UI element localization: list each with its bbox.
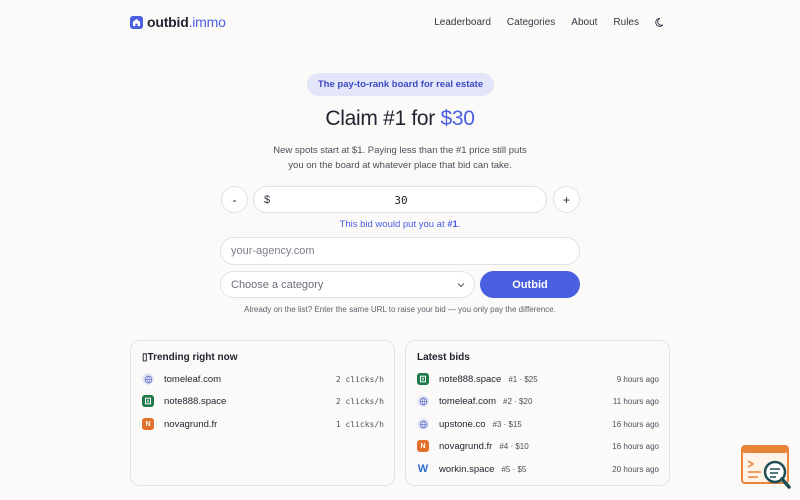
url-input[interactable] bbox=[220, 237, 580, 265]
trending-rate: 1 clicks/h bbox=[335, 419, 384, 429]
decrease-bid-button[interactable]: - bbox=[221, 186, 248, 213]
trending-domain[interactable]: note888.space bbox=[164, 396, 226, 407]
logo-text: outbid.immo bbox=[147, 14, 226, 30]
list-item[interactable]: W workin.space #5 · $5 20 hours ago bbox=[417, 462, 659, 476]
chevron-down-icon bbox=[457, 283, 465, 288]
bid-domain[interactable]: note888.space bbox=[439, 374, 501, 385]
tagline-pill: The pay-to-rank board for real estate bbox=[307, 73, 494, 96]
bid-time: 11 hours ago bbox=[612, 396, 659, 406]
nav-links: Leaderboard Categories About Rules bbox=[434, 17, 666, 28]
globe-icon bbox=[142, 373, 154, 385]
increase-bid-button[interactable]: + bbox=[553, 186, 580, 213]
bid-rank-price: #4 · $10 bbox=[499, 441, 529, 451]
outbid-button[interactable]: Outbid bbox=[480, 271, 580, 298]
orange-favicon-icon: N bbox=[142, 418, 154, 430]
headline-price: $30 bbox=[440, 107, 475, 130]
list-item[interactable]: N novagrund.fr #4 · $10 16 hours ago bbox=[417, 439, 659, 453]
list-item[interactable]: note888.space 2 clicks/h bbox=[142, 394, 384, 408]
list-item[interactable]: upstone.co #3 · $15 16 hours ago bbox=[417, 417, 659, 431]
bid-rank-price: #3 · $15 bbox=[492, 419, 522, 429]
w-favicon-icon: W bbox=[417, 463, 429, 475]
bid-time: 16 hours ago bbox=[612, 441, 659, 451]
list-item[interactable]: tomeleaf.com 2 clicks/h bbox=[142, 372, 384, 386]
trending-title: ▯Trending right now bbox=[142, 352, 238, 363]
green-favicon-icon bbox=[417, 373, 429, 385]
latest-bids-panel: Latest bids note888.space #1 · $25 9 hou… bbox=[405, 340, 670, 486]
floating-help-widget-icon[interactable] bbox=[741, 445, 791, 490]
headline: Claim #1 for $30 bbox=[325, 107, 475, 130]
bid-domain[interactable]: workin.space bbox=[439, 464, 494, 475]
bid-domain[interactable]: upstone.co bbox=[439, 419, 485, 430]
bid-rank-price: #2 · $20 bbox=[503, 396, 533, 406]
bid-domain[interactable]: novagrund.fr bbox=[439, 441, 492, 452]
raise-bid-note: Already on the list? Enter the same URL … bbox=[244, 305, 556, 314]
list-item[interactable]: N novagrund.fr 1 clicks/h bbox=[142, 417, 384, 431]
orange-favicon-icon: N bbox=[417, 440, 429, 452]
logo[interactable]: outbid.immo bbox=[130, 14, 226, 30]
green-favicon-icon bbox=[142, 395, 154, 407]
trending-panel: ▯Trending right now tomeleaf.com 2 click… bbox=[130, 340, 395, 486]
trending-domain[interactable]: tomeleaf.com bbox=[164, 374, 221, 385]
bid-amount-field[interactable]: $ 30 bbox=[253, 186, 547, 213]
category-select-label: Choose a category bbox=[231, 279, 324, 291]
bid-time: 9 hours ago bbox=[616, 374, 659, 384]
nav-leaderboard[interactable]: Leaderboard bbox=[434, 17, 491, 28]
bid-amount-value: 30 bbox=[394, 194, 408, 207]
list-item[interactable]: tomeleaf.com #2 · $20 11 hours ago bbox=[417, 394, 659, 408]
bid-time: 16 hours ago bbox=[612, 419, 659, 429]
bid-rank-price: #5 · $5 bbox=[501, 464, 527, 474]
globe-icon bbox=[417, 395, 429, 407]
trending-domain[interactable]: novagrund.fr bbox=[164, 419, 217, 430]
category-select[interactable]: Choose a category bbox=[220, 271, 475, 298]
nav-rules[interactable]: Rules bbox=[613, 17, 639, 28]
list-item[interactable]: note888.space #1 · $25 9 hours ago bbox=[417, 372, 659, 386]
top-nav: outbid.immo Leaderboard Categories About… bbox=[0, 0, 800, 46]
nav-categories[interactable]: Categories bbox=[507, 17, 555, 28]
bid-rank-price: #1 · $25 bbox=[508, 374, 538, 384]
bid-time: 20 hours ago bbox=[612, 464, 659, 474]
moon-icon[interactable] bbox=[655, 17, 666, 28]
trending-rate: 2 clicks/h bbox=[335, 374, 384, 384]
globe-icon bbox=[417, 418, 429, 430]
rank-preview: This bid would put you at #1. bbox=[339, 219, 461, 230]
nav-about[interactable]: About bbox=[571, 17, 597, 28]
bid-domain[interactable]: tomeleaf.com bbox=[439, 396, 496, 407]
hero-subtext: New spots start at $1. Paying less than … bbox=[273, 145, 527, 171]
latest-bids-title: Latest bids bbox=[417, 352, 470, 363]
logo-home-icon bbox=[130, 15, 143, 29]
trending-rate: 2 clicks/h bbox=[335, 396, 384, 406]
